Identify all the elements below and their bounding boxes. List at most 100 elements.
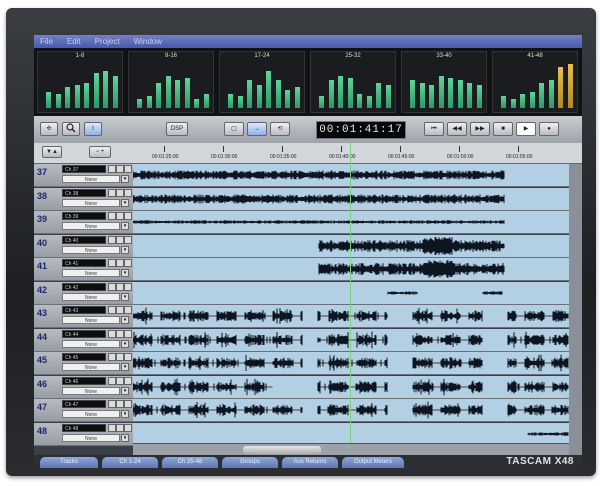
track-lane[interactable] <box>132 305 569 327</box>
zoom-tool-button[interactable] <box>62 122 80 136</box>
record-button[interactable]: ● <box>539 122 559 136</box>
record-arm-button[interactable] <box>108 423 116 432</box>
record-arm-button[interactable] <box>108 235 116 244</box>
record-arm-button[interactable] <box>108 259 116 267</box>
chevron-down-icon[interactable]: ▾ <box>121 363 129 371</box>
track-input-select[interactable]: None <box>62 222 120 230</box>
chevron-down-icon[interactable]: ▾ <box>121 410 129 418</box>
solo-button[interactable] <box>124 329 132 338</box>
tab-tracks[interactable]: Tracks <box>40 457 98 468</box>
track-name-field[interactable]: Ch 37 <box>62 165 106 173</box>
rewind-button[interactable]: ◀◀ <box>447 122 467 136</box>
track-input-select[interactable]: None <box>62 316 120 324</box>
record-arm-button[interactable] <box>108 306 116 314</box>
track-row[interactable]: 46 Ch 46 None ▾ <box>34 375 582 399</box>
track-row[interactable]: 37 Ch 37 None ▾ <box>34 164 582 187</box>
tab-groups[interactable]: Groups <box>222 457 278 468</box>
arrow-right-button[interactable]: → <box>247 122 267 136</box>
track-name-field[interactable]: Ch 43 <box>62 306 106 314</box>
track-input-select[interactable]: None <box>62 292 120 301</box>
chevron-down-icon[interactable]: ▾ <box>121 433 129 442</box>
vertical-scrollbar[interactable] <box>569 164 582 455</box>
track-header[interactable]: 46 Ch 46 None ▾ <box>34 375 134 398</box>
track-row[interactable]: 41 Ch 41 None ▾ <box>34 258 582 281</box>
record-arm-button[interactable] <box>108 376 116 385</box>
track-name-field[interactable]: Ch 48 <box>62 423 106 432</box>
fast-forward-button[interactable]: ▶▶ <box>470 122 490 136</box>
track-lane[interactable] <box>132 164 569 186</box>
chevron-down-icon[interactable]: ▾ <box>121 175 129 183</box>
solo-button[interactable] <box>124 376 132 385</box>
track-lane[interactable] <box>133 258 569 280</box>
chevron-down-icon[interactable]: ▾ <box>121 292 129 301</box>
track-lane[interactable] <box>132 399 569 421</box>
solo-button[interactable] <box>124 188 132 197</box>
track-lane[interactable] <box>133 422 569 445</box>
chevron-down-icon[interactable]: ▾ <box>121 316 129 324</box>
track-name-field[interactable]: Ch 46 <box>62 376 106 385</box>
track-name-field[interactable]: Ch 47 <box>62 400 106 408</box>
track-header[interactable]: 45 Ch 45 None ▾ <box>34 352 134 374</box>
track-input-select[interactable]: None <box>62 433 120 442</box>
track-row[interactable]: 38 Ch 38 None ▾ <box>34 187 582 211</box>
mute-button[interactable] <box>116 400 124 408</box>
tab-output-meters[interactable]: Output Meters <box>342 457 404 468</box>
record-arm-button[interactable] <box>108 212 116 220</box>
select-tool-button[interactable]: I <box>84 122 102 136</box>
chevron-down-icon[interactable]: ▾ <box>121 222 129 230</box>
track-row[interactable]: 44 Ch 44 None ▾ <box>34 328 582 352</box>
mute-button[interactable] <box>116 282 124 291</box>
track-lane[interactable] <box>132 328 569 351</box>
menu-edit[interactable]: Edit <box>67 37 81 46</box>
track-header[interactable]: 42 Ch 42 None ▾ <box>34 281 134 304</box>
track-name-field[interactable]: Ch 39 <box>62 212 106 220</box>
tab-aux-returns[interactable]: Aux Returns <box>282 457 338 468</box>
track-input-select[interactable]: None <box>62 339 120 348</box>
track-row[interactable]: 47 Ch 47 None ▾ <box>34 399 582 422</box>
record-arm-button[interactable] <box>108 353 116 361</box>
track-header[interactable]: 48 Ch 48 None ▾ <box>34 422 134 445</box>
track-input-select[interactable]: None <box>62 269 120 277</box>
track-row[interactable]: 43 Ch 43 None ▾ <box>34 305 582 328</box>
track-height-button[interactable]: − + <box>89 146 111 158</box>
menu-file[interactable]: File <box>40 37 53 46</box>
mute-button[interactable] <box>116 165 124 173</box>
scroll-thumb[interactable] <box>243 446 321 454</box>
track-header[interactable]: 37 Ch 37 None ▾ <box>34 164 134 186</box>
solo-button[interactable] <box>124 353 132 361</box>
mute-button[interactable] <box>116 353 124 361</box>
record-arm-button[interactable] <box>108 400 116 408</box>
track-lane[interactable] <box>132 187 569 210</box>
dsp-button[interactable]: DSP <box>166 122 188 136</box>
chevron-down-icon[interactable]: ▾ <box>121 245 129 254</box>
chevron-down-icon[interactable]: ▾ <box>121 198 129 207</box>
record-arm-button[interactable] <box>108 329 116 338</box>
track-name-field[interactable]: Ch 38 <box>62 188 106 197</box>
solo-button[interactable] <box>124 282 132 291</box>
solo-button[interactable] <box>124 306 132 314</box>
track-header[interactable]: 47 Ch 47 None ▾ <box>34 399 134 421</box>
track-input-select[interactable]: None <box>62 363 120 371</box>
track-input-select[interactable]: None <box>62 386 120 395</box>
track-lane[interactable] <box>132 375 569 398</box>
track-header[interactable]: 40 Ch 40 None ▾ <box>34 234 134 257</box>
solo-button[interactable] <box>124 212 132 220</box>
track-name-field[interactable]: Ch 45 <box>62 353 106 361</box>
solo-button[interactable] <box>124 259 132 267</box>
track-header[interactable]: 43 Ch 43 None ▾ <box>34 305 134 327</box>
mute-button[interactable] <box>116 376 124 385</box>
solo-button[interactable] <box>124 235 132 244</box>
track-lane[interactable] <box>132 211 569 233</box>
play-button[interactable]: ▶ <box>516 122 536 136</box>
record-arm-button[interactable] <box>108 165 116 173</box>
mute-button[interactable] <box>116 329 124 338</box>
menu-window[interactable]: Window <box>134 37 162 46</box>
mute-button[interactable] <box>116 212 124 220</box>
mute-button[interactable] <box>116 306 124 314</box>
track-header[interactable]: 38 Ch 38 None ▾ <box>34 187 134 210</box>
track-lane[interactable] <box>133 281 569 304</box>
mute-button[interactable] <box>116 259 124 267</box>
track-name-field[interactable]: Ch 44 <box>62 329 106 338</box>
square-button[interactable]: ▢ <box>224 122 244 136</box>
track-input-select[interactable]: None <box>62 245 120 254</box>
